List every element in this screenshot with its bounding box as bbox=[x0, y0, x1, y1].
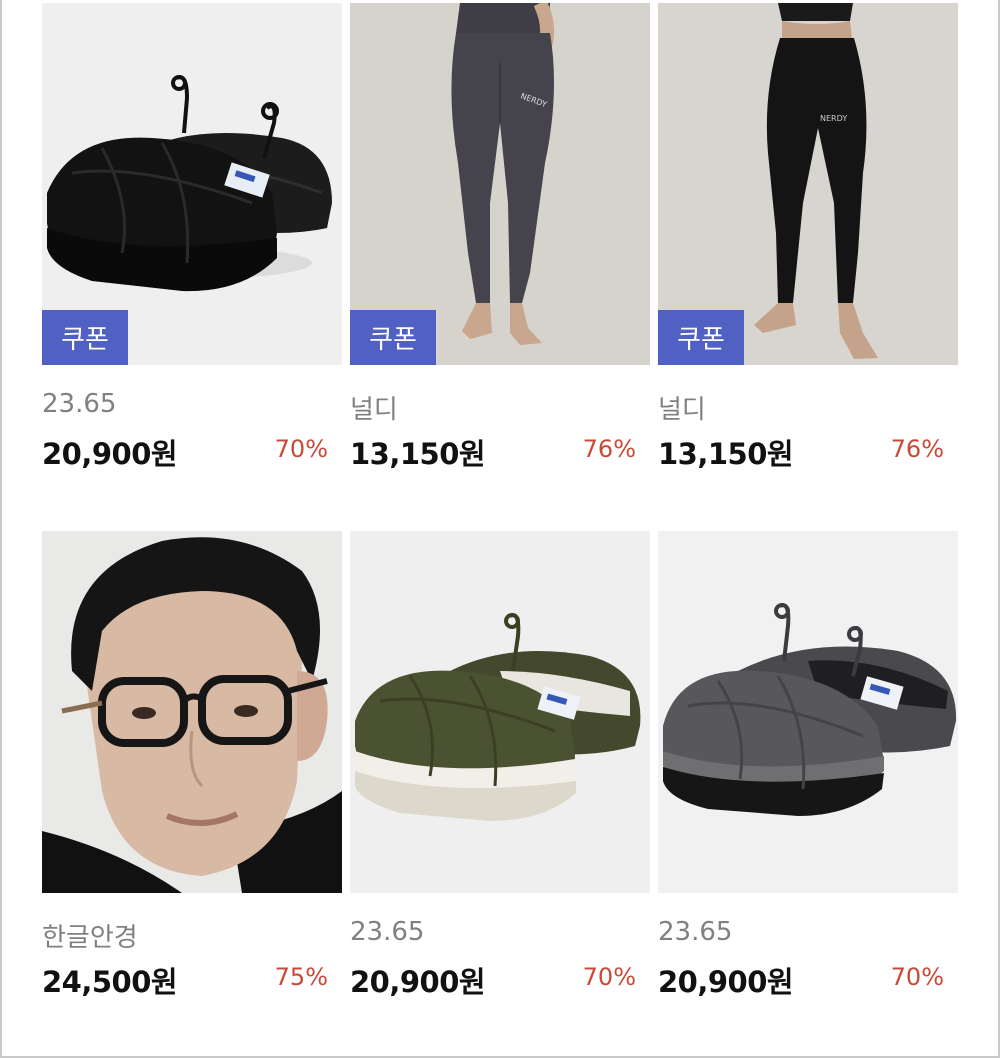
product-card[interactable]: 23.65 20,900원 70% bbox=[658, 531, 958, 1013]
coupon-badge: 쿠폰 bbox=[42, 310, 128, 365]
product-card[interactable]: NERDY 쿠폰 널디 13,150원 76% bbox=[350, 3, 650, 485]
svg-text:NERDY: NERDY bbox=[820, 114, 847, 123]
glasses-model-image bbox=[42, 531, 342, 893]
price: 24,500원 bbox=[42, 965, 178, 999]
discount-rate: 75% bbox=[274, 963, 328, 991]
product-card[interactable]: 23.65 20,900원 70% bbox=[350, 531, 650, 1013]
product-image[interactable]: NERDY 쿠폰 bbox=[350, 3, 650, 365]
brand-name: 23.65 bbox=[350, 917, 425, 947]
product-image[interactable]: 쿠폰 bbox=[42, 3, 342, 365]
discount-rate: 70% bbox=[274, 435, 328, 463]
coupon-badge: 쿠폰 bbox=[350, 310, 436, 365]
product-card[interactable]: 쿠폰 23.65 20,900원 70% bbox=[42, 3, 342, 485]
brand-name: 널디 bbox=[350, 395, 398, 425]
discount-rate: 76% bbox=[890, 435, 944, 463]
discount-rate: 70% bbox=[890, 963, 944, 991]
product-image[interactable] bbox=[658, 531, 958, 893]
price: 20,900원 bbox=[42, 437, 178, 471]
slipper-image bbox=[658, 531, 958, 893]
brand-name: 한글안경 bbox=[42, 923, 138, 953]
slipper-image bbox=[350, 531, 650, 893]
product-image[interactable] bbox=[350, 531, 650, 893]
discount-rate: 70% bbox=[582, 963, 636, 991]
brand-name: 23.65 bbox=[42, 389, 117, 419]
product-card[interactable]: 한글안경 24,500원 75% bbox=[42, 531, 342, 1013]
brand-name: 널디 bbox=[658, 395, 706, 425]
price: 20,900원 bbox=[350, 965, 486, 999]
brand-name: 23.65 bbox=[658, 917, 733, 947]
price: 20,900원 bbox=[658, 965, 794, 999]
product-card[interactable]: NERDY 쿠폰 널디 13,150원 76% bbox=[658, 3, 958, 485]
product-image[interactable]: NERDY 쿠폰 bbox=[658, 3, 958, 365]
price: 13,150원 bbox=[658, 437, 794, 471]
product-image[interactable] bbox=[42, 531, 342, 893]
discount-rate: 76% bbox=[582, 435, 636, 463]
product-grid: 쿠폰 23.65 20,900원 70% NERDY 쿠폰 널디 13,150원… bbox=[0, 0, 1000, 1058]
coupon-badge: 쿠폰 bbox=[658, 310, 744, 365]
price: 13,150원 bbox=[350, 437, 486, 471]
